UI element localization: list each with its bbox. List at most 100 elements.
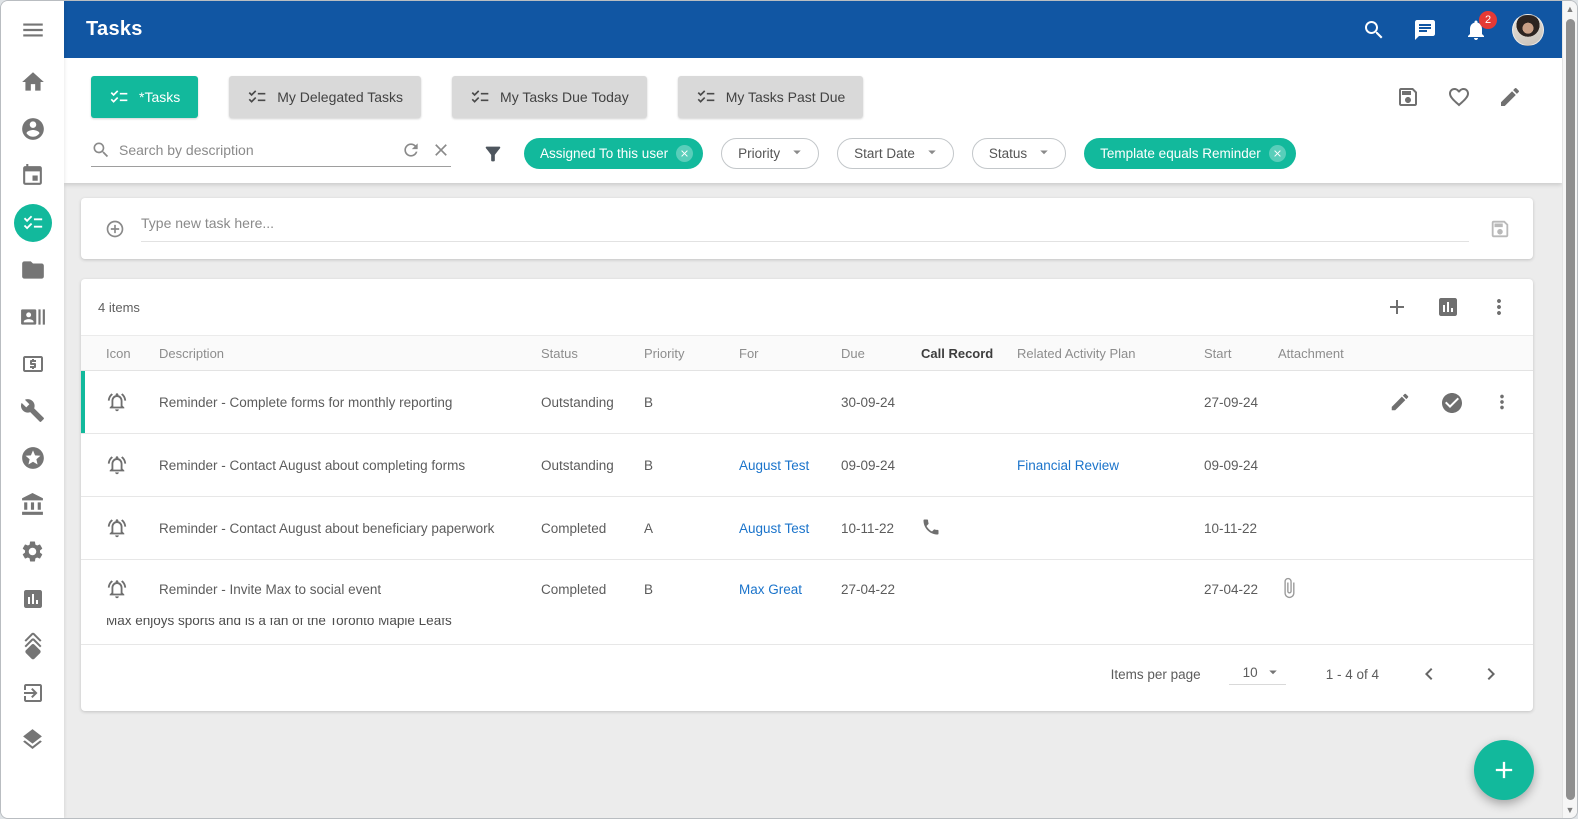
column-header-for[interactable]: For bbox=[739, 346, 841, 361]
tab-my-tasks-past-due[interactable]: My Tasks Past Due bbox=[678, 76, 864, 118]
chevron-down-icon bbox=[923, 143, 941, 164]
sidebar-item-layers[interactable] bbox=[1, 716, 64, 763]
chevron-left-icon bbox=[1417, 662, 1441, 686]
table-menu-button[interactable] bbox=[1487, 295, 1511, 319]
clear-search-icon[interactable] bbox=[431, 140, 451, 160]
table-row[interactable]: Reminder - Complete forms for monthly re… bbox=[81, 371, 1533, 434]
chip-assigned-to-this-user[interactable]: Assigned To this user bbox=[524, 138, 703, 169]
edit-task-button[interactable] bbox=[1389, 391, 1411, 413]
sidebar-item-tasks-active[interactable] bbox=[1, 199, 64, 246]
refresh-icon[interactable] bbox=[401, 140, 421, 160]
task-priority: B bbox=[644, 395, 739, 410]
user-avatar[interactable] bbox=[1512, 14, 1544, 46]
scroll-down-arrow[interactable]: ▼ bbox=[1563, 802, 1578, 818]
checklist-icon bbox=[696, 87, 716, 107]
hamburger-menu-icon[interactable] bbox=[1, 1, 64, 58]
filter-funnel-icon[interactable] bbox=[482, 143, 504, 165]
remove-filter-icon[interactable] bbox=[676, 145, 693, 162]
page-size-select[interactable]: 10 bbox=[1229, 663, 1286, 685]
call-record-cell[interactable] bbox=[921, 517, 1017, 540]
task-start: 10-11-22 bbox=[1204, 521, 1278, 536]
chevron-right-icon bbox=[1479, 662, 1503, 686]
save-search-button[interactable] bbox=[1396, 85, 1420, 109]
save-task-button[interactable] bbox=[1489, 218, 1511, 240]
plus-icon bbox=[1490, 756, 1518, 784]
vertical-scrollbar[interactable]: ▲ ▼ bbox=[1562, 1, 1577, 818]
task-related-plan-link[interactable]: Financial Review bbox=[1017, 458, 1204, 473]
attachment-cell[interactable] bbox=[1278, 577, 1368, 602]
column-header-due[interactable]: Due bbox=[841, 346, 921, 361]
paperclip-icon bbox=[1278, 577, 1300, 599]
table-row[interactable]: Reminder - Contact August about completi… bbox=[81, 434, 1533, 497]
sidebar-item-contacts[interactable] bbox=[1, 293, 64, 340]
scroll-up-arrow[interactable]: ▲ bbox=[1563, 1, 1578, 17]
task-for-link[interactable]: August Test bbox=[739, 458, 841, 473]
task-for-link[interactable]: Max Great bbox=[739, 582, 841, 597]
page-range-label: 1 - 4 of 4 bbox=[1326, 667, 1379, 682]
add-task-icon[interactable] bbox=[105, 219, 125, 239]
next-page-button[interactable] bbox=[1479, 662, 1503, 686]
sidebar-item-folder[interactable] bbox=[1, 246, 64, 293]
table-toolbar: 4 items bbox=[81, 279, 1533, 335]
favorite-button[interactable] bbox=[1447, 85, 1471, 109]
column-header-status[interactable]: Status bbox=[541, 346, 644, 361]
phone-icon bbox=[921, 517, 941, 537]
header-search-button[interactable] bbox=[1362, 18, 1386, 42]
reminder-bell-icon bbox=[106, 454, 128, 476]
table-row[interactable]: Reminder - Invite Max to social event Co… bbox=[81, 560, 1533, 618]
sidebar-item-favorites[interactable] bbox=[1, 434, 64, 481]
column-header-related-activity-plan[interactable]: Related Activity Plan bbox=[1017, 346, 1204, 361]
sidebar-item-settings[interactable] bbox=[1, 528, 64, 575]
header-notifications-button[interactable]: 2 bbox=[1464, 18, 1488, 42]
remove-filter-icon[interactable] bbox=[1269, 145, 1286, 162]
sidebar-item-account[interactable] bbox=[1, 105, 64, 152]
sidebar-item-exit[interactable] bbox=[1, 669, 64, 716]
sidebar-item-calendar[interactable] bbox=[1, 152, 64, 199]
scrollbar-thumb[interactable] bbox=[1566, 19, 1575, 800]
task-start: 27-04-22 bbox=[1204, 582, 1278, 597]
column-header-attachment[interactable]: Attachment bbox=[1278, 346, 1368, 361]
sidebar-item-home[interactable] bbox=[1, 58, 64, 105]
search-input[interactable] bbox=[119, 142, 401, 158]
tab-tasks[interactable]: *Tasks bbox=[91, 76, 198, 118]
chip-label: Template equals Reminder bbox=[1100, 146, 1261, 161]
column-header-description[interactable]: Description bbox=[159, 346, 541, 361]
sidebar-item-bank[interactable] bbox=[1, 481, 64, 528]
tab-my-tasks-due-today[interactable]: My Tasks Due Today bbox=[452, 76, 647, 118]
chart-view-button[interactable] bbox=[1436, 295, 1460, 319]
sidebar-item-tools[interactable] bbox=[1, 387, 64, 434]
tab-label: *Tasks bbox=[139, 89, 180, 105]
complete-task-button[interactable] bbox=[1440, 391, 1462, 413]
chip-priority[interactable]: Priority bbox=[721, 138, 819, 169]
tab-my-delegated-tasks[interactable]: My Delegated Tasks bbox=[229, 76, 421, 118]
add-column-button[interactable] bbox=[1385, 295, 1409, 319]
table-header-row: Icon Description Status Priority For Due… bbox=[81, 335, 1533, 371]
new-task-input[interactable] bbox=[141, 215, 1469, 231]
person-icon bbox=[20, 116, 46, 142]
sidebar-item-reports[interactable] bbox=[1, 575, 64, 622]
sidebar-item-collections[interactable] bbox=[1, 622, 64, 669]
new-task-card bbox=[81, 198, 1533, 259]
task-for-link[interactable]: August Test bbox=[739, 521, 841, 536]
chip-status[interactable]: Status bbox=[972, 138, 1066, 169]
sidebar bbox=[1, 1, 64, 818]
column-header-start[interactable]: Start bbox=[1204, 346, 1278, 361]
column-header-priority[interactable]: Priority bbox=[644, 346, 739, 361]
search-icon bbox=[91, 140, 111, 160]
chat-icon bbox=[1413, 18, 1437, 42]
column-header-icon[interactable]: Icon bbox=[106, 346, 159, 361]
edit-search-button[interactable] bbox=[1498, 85, 1522, 109]
task-status: Completed bbox=[541, 582, 644, 597]
search-row: Assigned To this user Priority Start Dat… bbox=[64, 138, 1562, 169]
chip-template-equals-reminder[interactable]: Template equals Reminder bbox=[1084, 138, 1296, 169]
previous-page-button[interactable] bbox=[1417, 662, 1441, 686]
add-task-fab[interactable] bbox=[1474, 740, 1534, 800]
header-chat-button[interactable] bbox=[1413, 18, 1437, 42]
column-header-call-record[interactable]: Call Record bbox=[921, 346, 1017, 361]
row-menu-button[interactable] bbox=[1491, 391, 1513, 413]
chip-label: Priority bbox=[738, 146, 780, 161]
chevron-down-icon bbox=[1035, 143, 1053, 164]
table-row[interactable]: Reminder - Contact August about benefici… bbox=[81, 497, 1533, 560]
sidebar-item-invoices[interactable] bbox=[1, 340, 64, 387]
chip-start-date[interactable]: Start Date bbox=[837, 138, 954, 169]
